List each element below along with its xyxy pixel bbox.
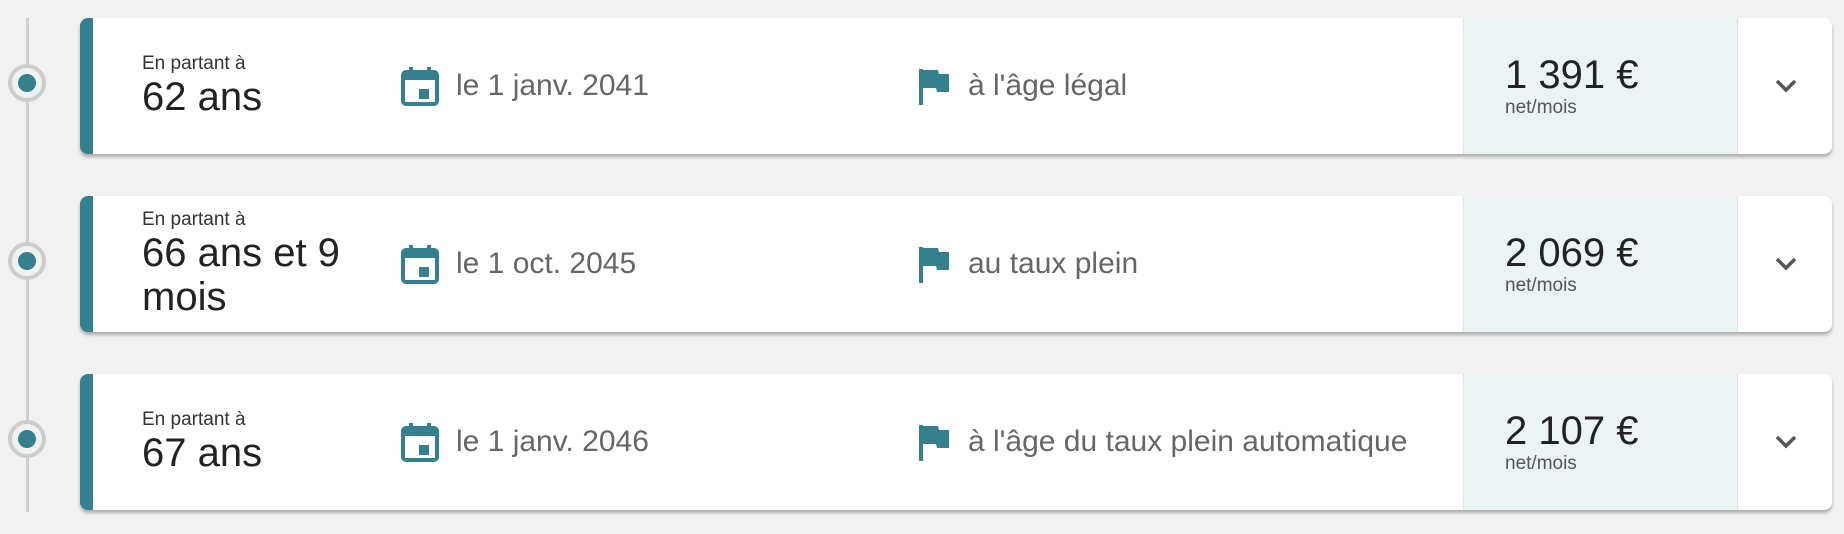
pension-amount-unit: net/mois (1505, 97, 1577, 118)
retirement-condition: à l'âge légal (968, 69, 1128, 102)
pension-amount-unit: net/mois (1505, 275, 1577, 296)
pension-amount: 1 391 € (1505, 53, 1639, 97)
age-value: 67 ans (142, 431, 263, 475)
timeline-dot (18, 74, 36, 92)
flag-icon (916, 422, 952, 462)
retirement-option-card-2[interactable]: En partant à 66 ans et 9 mois le 1 oct. … (80, 196, 1832, 332)
departure-date: le 1 janv. 2046 (456, 425, 649, 458)
pension-amount-block: 1 391 € net/mois (1463, 18, 1737, 154)
age-caption: En partant à (142, 409, 246, 430)
age-block: En partant à 62 ans (142, 18, 382, 154)
retirement-condition: à l'âge du taux plein automatique (968, 425, 1408, 458)
timeline-node-1 (8, 64, 46, 102)
timeline-dot (18, 430, 36, 448)
pension-amount-block: 2 069 € net/mois (1463, 196, 1737, 332)
retirement-option-card-1[interactable]: En partant à 62 ans le 1 janv. 2041 à l'… (80, 18, 1832, 154)
pension-amount-block: 2 107 € net/mois (1463, 374, 1737, 510)
expand-button[interactable] (1737, 196, 1832, 332)
date-block: le 1 janv. 2041 (400, 18, 649, 154)
chevron-down-icon (1774, 256, 1798, 272)
calendar-icon (400, 421, 440, 463)
condition-block: à l'âge légal (916, 18, 1127, 154)
pension-amount: 2 107 € (1505, 409, 1639, 453)
retirement-condition: au taux plein (968, 247, 1139, 280)
condition-block: à l'âge du taux plein automatique (916, 374, 1407, 510)
departure-date: le 1 oct. 2045 (456, 247, 637, 280)
age-caption: En partant à (142, 53, 246, 74)
calendar-icon (400, 65, 440, 107)
departure-date: le 1 janv. 2041 (456, 69, 649, 102)
chevron-down-icon (1774, 78, 1798, 94)
retirement-option-card-3[interactable]: En partant à 67 ans le 1 janv. 2046 à l'… (80, 374, 1832, 510)
date-block: le 1 oct. 2045 (400, 196, 636, 332)
age-caption: En partant à (142, 209, 246, 230)
pension-amount-unit: net/mois (1505, 453, 1577, 474)
timeline-node-2 (8, 242, 46, 280)
calendar-icon (400, 243, 440, 285)
age-value: 62 ans (142, 75, 263, 119)
expand-button[interactable] (1737, 18, 1832, 154)
flag-icon (916, 66, 952, 106)
timeline-node-3 (8, 420, 46, 458)
date-block: le 1 janv. 2046 (400, 374, 649, 510)
age-block: En partant à 67 ans (142, 374, 382, 510)
age-block: En partant à 66 ans et 9 mois (142, 196, 382, 332)
timeline-dot (18, 252, 36, 270)
chevron-down-icon (1774, 434, 1798, 450)
flag-icon (916, 244, 952, 284)
condition-block: au taux plein (916, 196, 1138, 332)
pension-amount: 2 069 € (1505, 231, 1639, 275)
age-value: 66 ans et 9 mois (142, 231, 340, 319)
expand-button[interactable] (1737, 374, 1832, 510)
